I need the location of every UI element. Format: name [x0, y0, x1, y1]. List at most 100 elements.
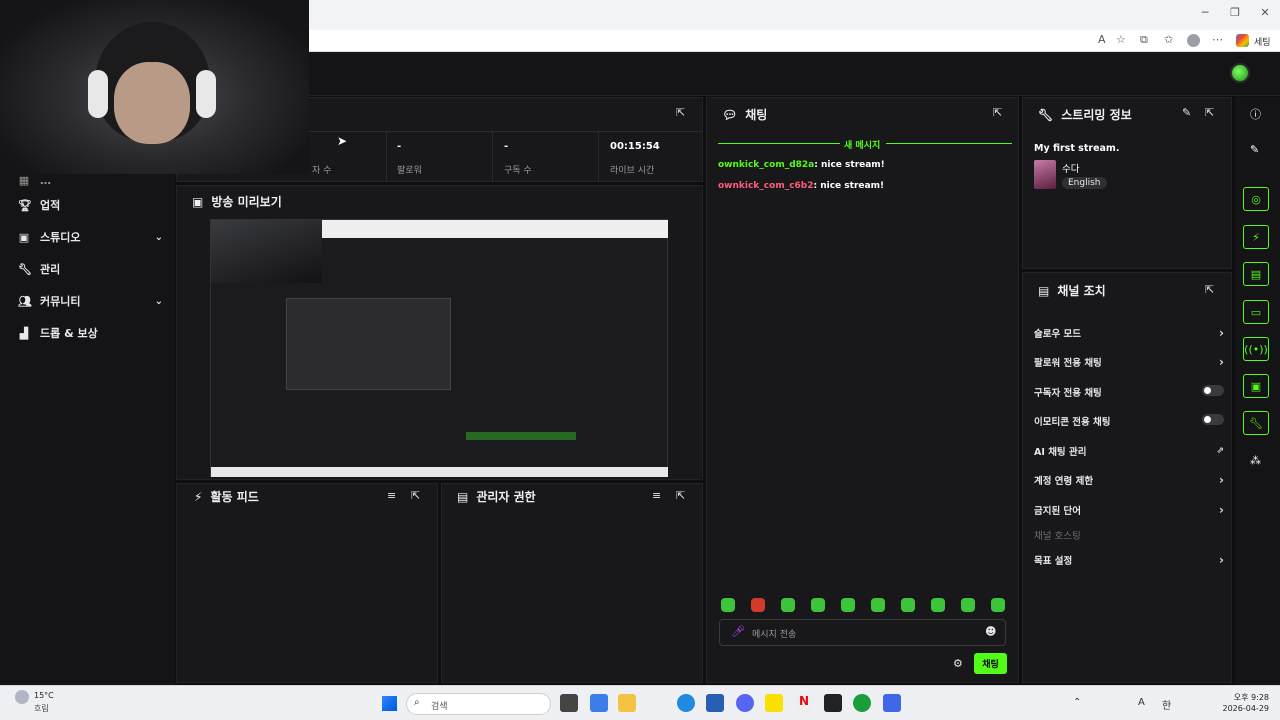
discord-icon[interactable] — [736, 694, 754, 712]
sidebar-item-drops[interactable]: ▟ 드롭 & 보상 — [18, 323, 163, 343]
emote-button[interactable] — [961, 598, 975, 612]
app-blue-icon[interactable] — [883, 694, 901, 712]
extensions-icon[interactable]: ⧉ — [1140, 33, 1148, 47]
app-green-icon[interactable] — [853, 694, 871, 712]
option-ai-moderation[interactable]: AI 채팅 관리 ⇗ — [1034, 444, 1224, 458]
info-icon[interactable]: ⓘ — [1250, 106, 1261, 122]
taskview-icon[interactable] — [560, 694, 578, 712]
emote-button[interactable] — [781, 598, 795, 612]
chat-username[interactable]: ownkick_com_c6b2 — [718, 181, 814, 191]
edit-icon[interactable]: ✎ — [1182, 106, 1191, 119]
notes-button[interactable]: ▤ — [1243, 262, 1269, 286]
broadcast-button[interactable]: ((•)) — [1243, 337, 1269, 361]
emote-button[interactable] — [991, 598, 1005, 612]
clock-time[interactable]: 오후 9:28 — [1224, 692, 1269, 703]
community-icon: 👥︎ — [18, 294, 32, 308]
obs-icon[interactable] — [824, 694, 842, 712]
option-label: 채널 호스팅 — [1034, 531, 1081, 542]
subscribers-only-toggle[interactable] — [1202, 385, 1224, 396]
chevron-right-icon: › — [1219, 553, 1224, 567]
chat-username[interactable]: ownkick_com_d82a — [718, 160, 814, 170]
taskbar-search[interactable] — [406, 693, 551, 715]
minimize-button[interactable]: ─ — [1190, 6, 1220, 19]
emote-button[interactable] — [901, 598, 915, 612]
profile-label[interactable]: 세팅 — [1254, 35, 1271, 48]
expand-icon[interactable]: ⇱ — [1205, 283, 1214, 296]
kakaotalk-icon[interactable] — [765, 694, 783, 712]
wrench-icon: 🔧︎ — [18, 262, 32, 276]
emote-button[interactable] — [811, 598, 825, 612]
bolt-button[interactable]: ⚡︎ — [1243, 225, 1269, 249]
store-icon[interactable] — [590, 694, 608, 712]
preview-video[interactable] — [210, 219, 668, 477]
mods-panel — [441, 483, 703, 683]
sidebar-item-achievements[interactable]: 🏆︎ 업적 — [18, 195, 163, 215]
nodes-icon[interactable]: ⁂ — [1250, 454, 1261, 467]
explorer-icon[interactable] — [618, 694, 636, 712]
wrench-icon: 🔧︎ — [1038, 107, 1054, 122]
stat-label: 팔로워 — [397, 166, 422, 176]
filter-icon[interactable]: ≡ — [387, 489, 396, 502]
channel-button[interactable]: ▣ — [1243, 374, 1269, 398]
option-account-age[interactable]: 계정 연령 제한 › — [1034, 473, 1224, 487]
emoji-icon[interactable]: ☻ — [985, 625, 996, 638]
emote-button[interactable] — [751, 598, 765, 612]
microphone-icon[interactable]: 🎤︎ — [731, 625, 745, 638]
emote-button[interactable] — [871, 598, 885, 612]
wrench-button[interactable]: 🔧︎ — [1243, 411, 1269, 435]
clock-date[interactable]: 2026-04-29 — [1214, 704, 1270, 713]
favorites-icon[interactable]: ✩ — [1164, 33, 1173, 46]
windows-start-icon[interactable] — [382, 696, 397, 711]
lang-indicator[interactable]: A — [1138, 697, 1145, 708]
emote-button[interactable] — [931, 598, 945, 612]
camera-button[interactable]: ◎ — [1243, 187, 1269, 211]
sidebar-item-community[interactable]: 👥︎ 커뮤니티 ⌄ — [18, 291, 163, 311]
option-followers-only[interactable]: 팔로워 전용 채팅 › — [1034, 355, 1224, 369]
expand-icon[interactable]: ⇱ — [1205, 106, 1214, 119]
expand-icon[interactable]: ⇱ — [676, 489, 685, 502]
search-placeholder[interactable]: 검색 — [431, 699, 448, 712]
profile-avatar[interactable] — [1187, 34, 1200, 47]
weather-desc: 흐림 — [34, 704, 49, 713]
sidebar-item-manage[interactable]: 🔧︎ 관리 — [18, 259, 163, 279]
app-icon[interactable] — [706, 694, 724, 712]
divider — [886, 143, 1012, 144]
category-thumbnail[interactable] — [1034, 160, 1056, 189]
stat-label: 자 수 — [312, 166, 332, 176]
netflix-icon[interactable]: N — [795, 694, 813, 712]
chat-button[interactable]: ▭ — [1243, 300, 1269, 324]
sidebar-item-studio[interactable]: ▣ 스튜디오 ⌄ — [18, 227, 163, 247]
mouse-cursor: ➤ — [337, 134, 348, 148]
more-menu-icon[interactable]: ⋯ — [1212, 33, 1223, 46]
user-avatar[interactable] — [1230, 63, 1250, 83]
emote-button[interactable] — [841, 598, 855, 612]
read-aloud-icon[interactable]: A — [1098, 33, 1106, 46]
close-button[interactable]: ✕ — [1250, 6, 1280, 19]
favorite-star-icon[interactable]: ☆ — [1116, 33, 1126, 46]
emote-only-toggle[interactable] — [1202, 414, 1224, 425]
expand-icon[interactable]: ⇱ — [411, 489, 420, 502]
headphone-left — [88, 70, 108, 118]
emote-button[interactable] — [721, 598, 735, 612]
preview-taskbar — [211, 467, 668, 477]
option-label: AI 채팅 관리 — [1034, 447, 1087, 458]
tray-chevron-icon[interactable]: ⌃ — [1073, 697, 1081, 708]
weather-icon[interactable] — [15, 690, 29, 704]
option-slow-mode[interactable]: 슬로우 모드 › — [1034, 326, 1224, 340]
expand-icon[interactable]: ⇱ — [676, 106, 685, 119]
chat-header: 💬︎ 채팅 — [722, 106, 767, 123]
studio-icon: ▣ — [18, 230, 30, 244]
category-name[interactable]: 수다 — [1062, 161, 1079, 175]
option-goals[interactable]: 목표 설정 › — [1034, 553, 1224, 567]
chat-input-placeholder[interactable]: 메시지 전송 — [752, 627, 796, 640]
gear-icon[interactable]: ⚙︎ — [953, 657, 963, 670]
copilot-icon[interactable] — [1236, 34, 1249, 47]
option-banned-words[interactable]: 금지된 단어 › — [1034, 503, 1224, 517]
send-chat-button[interactable]: 채팅 — [974, 653, 1007, 674]
pencil-icon[interactable]: ✎ — [1250, 143, 1259, 156]
popout-icon[interactable]: ⇱ — [993, 106, 1002, 119]
ime-indicator[interactable]: 한 — [1162, 697, 1171, 712]
edge-icon[interactable] — [677, 694, 695, 712]
filter-icon[interactable]: ≡ — [652, 489, 661, 502]
maximize-button[interactable]: ❐ — [1220, 6, 1250, 19]
